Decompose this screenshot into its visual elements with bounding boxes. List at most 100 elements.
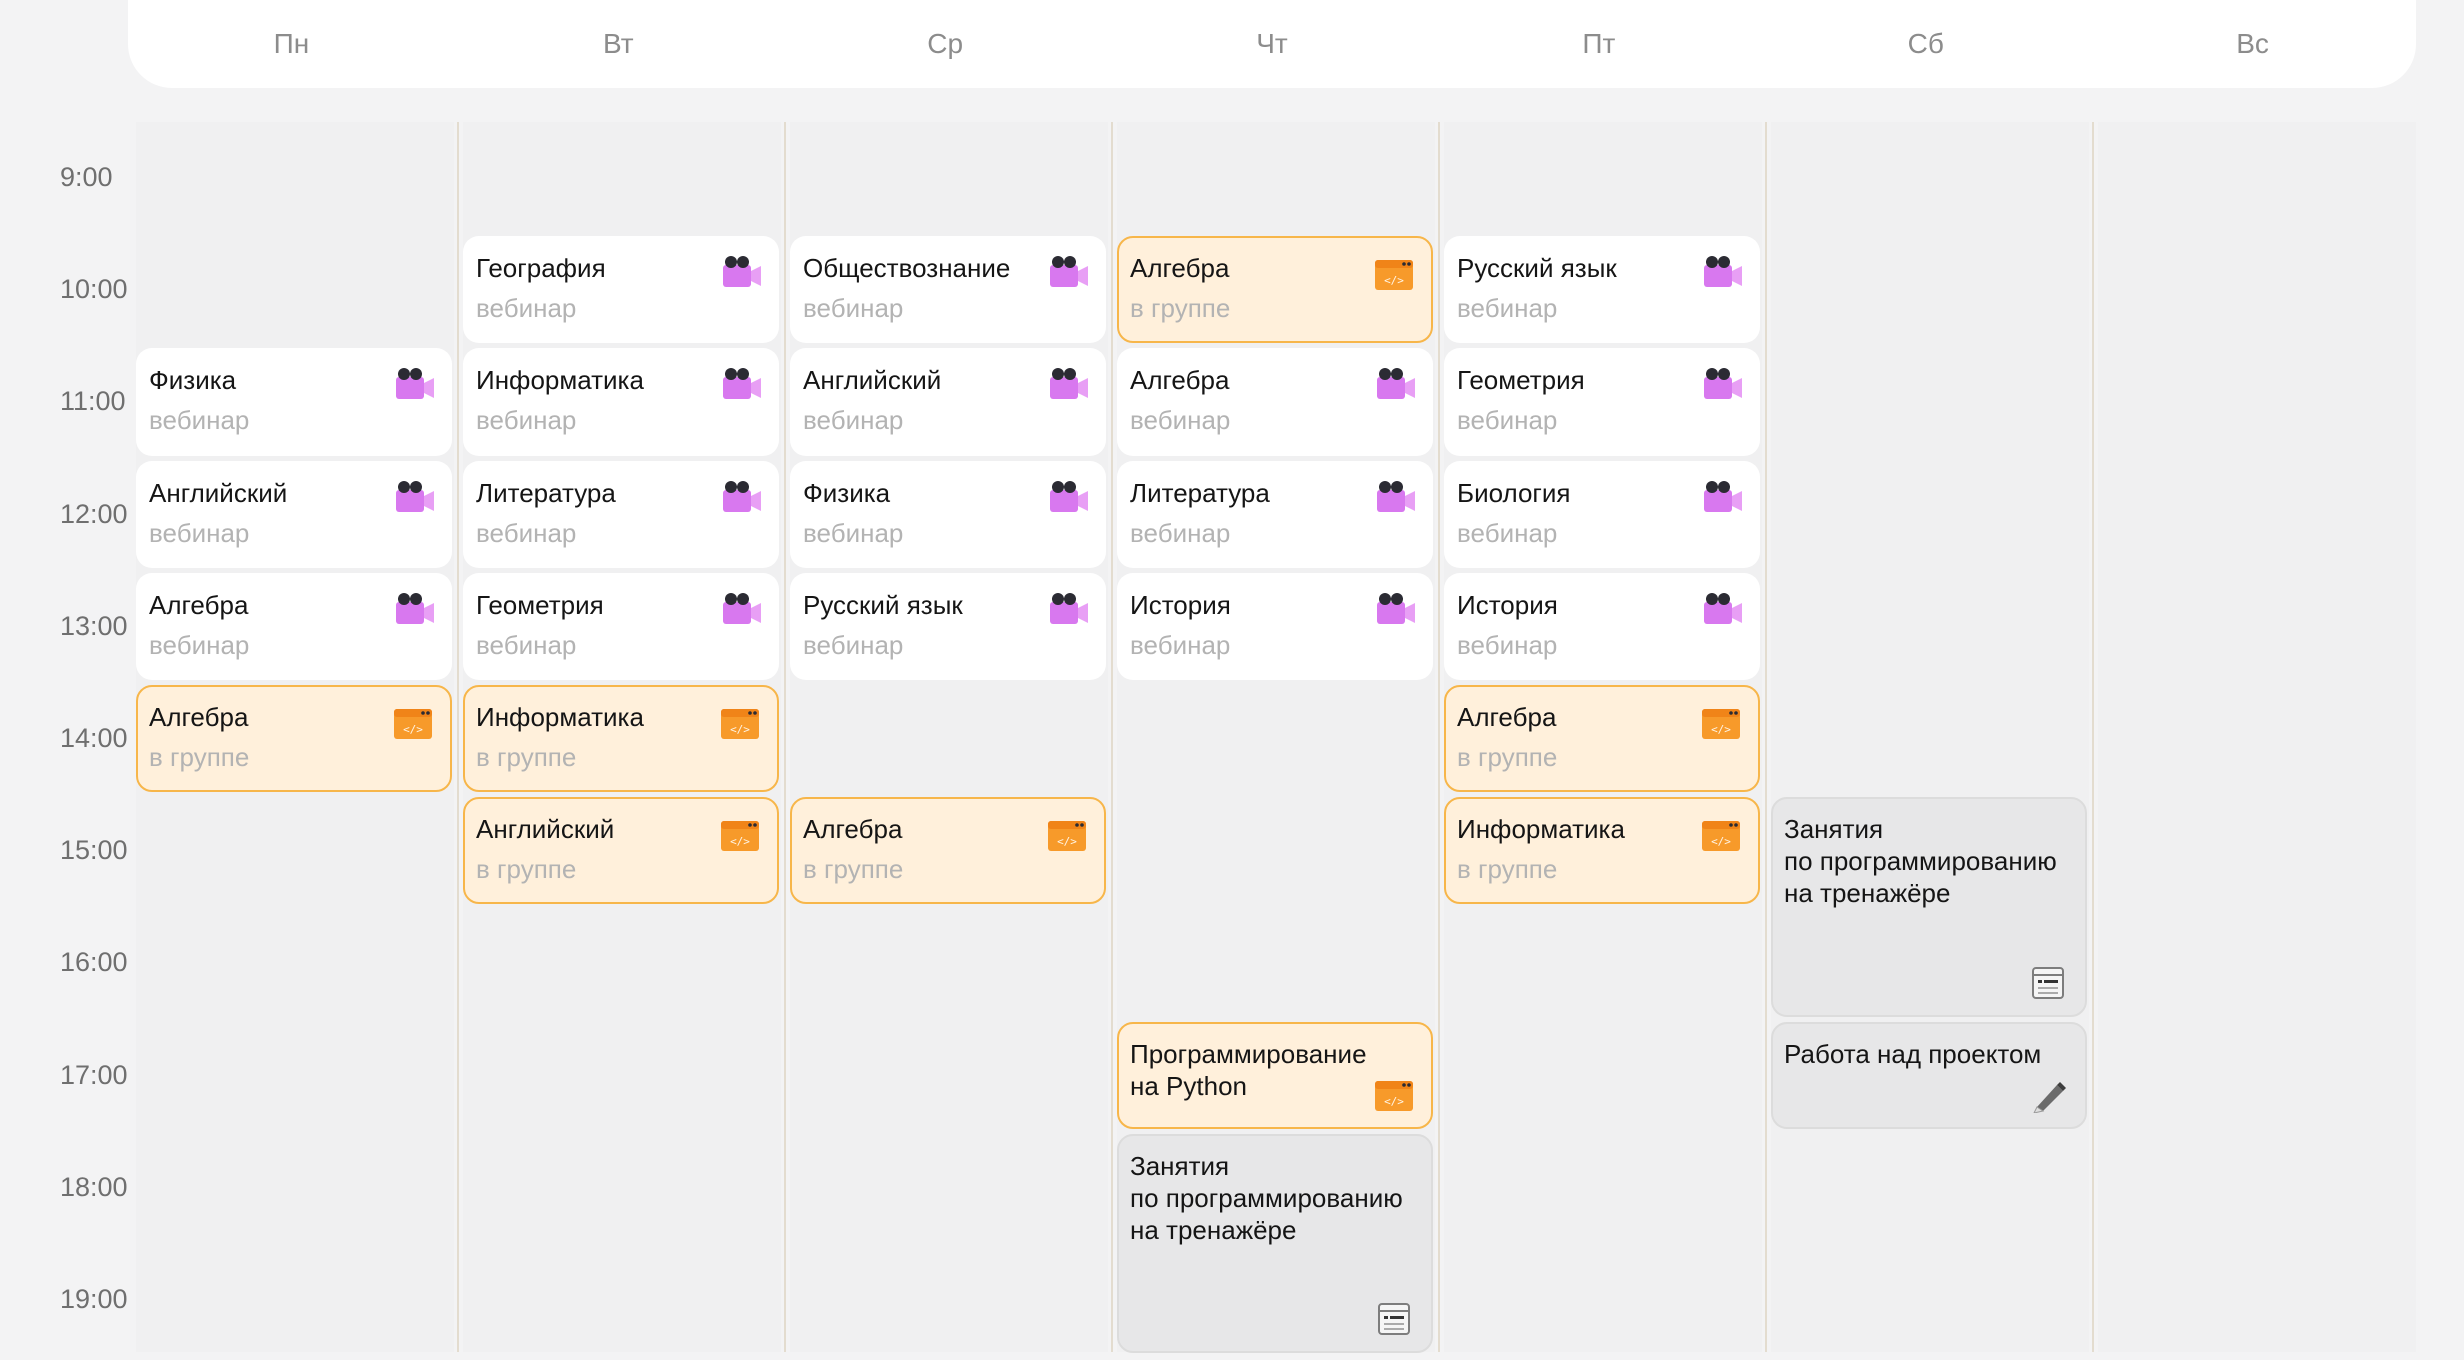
event-subtitle: в группе	[476, 854, 577, 885]
event-subtitle: вебинар	[1457, 629, 1558, 660]
event-card-webinar[interactable]: Алгебра вебинар	[136, 572, 452, 680]
time-label: 12:00	[60, 498, 128, 529]
time-label: 13:00	[60, 610, 128, 641]
day-label: Чт	[1256, 28, 1288, 59]
time-label: 14:00	[60, 723, 128, 753]
day-label: Вт	[603, 28, 634, 59]
column-divider	[784, 122, 786, 1352]
code-window-icon: </>	[719, 705, 761, 741]
time-label: 15:00	[60, 835, 128, 866]
event-subtitle: вебинар	[149, 517, 250, 548]
event-card-group[interactable]: Алгебра в группе </>	[1117, 236, 1433, 344]
event-subtitle: вебинар	[803, 517, 904, 548]
video-camera-icon	[394, 479, 436, 515]
event-card-trainer[interactable]: Занятия по программированию на тренажёре	[1771, 797, 2087, 1017]
video-camera-icon	[1702, 479, 1744, 515]
event-card-webinar[interactable]: Информатика вебинар	[463, 348, 779, 456]
event-subtitle: вебинар	[1457, 517, 1558, 548]
event-card-group[interactable]: Программирование на Python </>	[1117, 1021, 1433, 1129]
event-card-webinar[interactable]: Английский вебинар	[790, 348, 1106, 456]
event-card-trainer[interactable]: Работа над проектом	[1771, 1021, 2087, 1129]
event-card-group[interactable]: Алгебра в группе </>	[790, 797, 1106, 905]
video-camera-icon	[721, 366, 763, 402]
event-subtitle: вебинар	[476, 293, 577, 324]
terminal-window-icon	[2027, 965, 2069, 1001]
code-window-icon: </>	[1700, 705, 1742, 741]
code-window-icon: </>	[392, 705, 434, 741]
event-subtitle: вебинар	[803, 405, 904, 436]
event-subtitle: вебинар	[803, 293, 904, 324]
event-card-group[interactable]: Информатика в группе </>	[1444, 797, 1760, 905]
event-subtitle: вебинар	[149, 629, 250, 660]
event-card-group[interactable]: Алгебра в группе </>	[1444, 685, 1760, 793]
event-card-webinar[interactable]: История вебинар	[1117, 572, 1433, 680]
column-divider	[457, 122, 459, 1352]
event-title: Занятия по программированию на тренажёре	[1784, 814, 2057, 909]
video-camera-icon	[721, 479, 763, 515]
event-card-webinar[interactable]: Геометрия вебинар	[463, 572, 779, 680]
time-label: 9:00	[60, 162, 113, 192]
event-card-webinar[interactable]: Литература вебинар	[1117, 460, 1433, 568]
event-card-webinar[interactable]: История вебинар	[1444, 572, 1760, 680]
event-subtitle: вебинар	[476, 517, 577, 548]
day-label: Ср	[927, 28, 964, 59]
event-subtitle: вебинар	[1457, 405, 1558, 436]
column-divider	[1765, 122, 1767, 1352]
video-camera-icon	[1375, 591, 1417, 627]
event-card-webinar[interactable]: Русский язык вебинар	[790, 572, 1106, 680]
time-label: 19:00	[60, 1284, 128, 1314]
event-card-webinar[interactable]: Литература вебинар	[463, 460, 779, 568]
event-card-webinar[interactable]: Обществознание вебинар	[790, 236, 1106, 344]
video-camera-icon	[721, 254, 763, 290]
time-label: 16:00	[60, 947, 128, 978]
event-card-webinar[interactable]: Русский язык вебинар	[1444, 236, 1760, 344]
event-subtitle: вебинар	[1130, 517, 1231, 548]
event-title: Работа над проектом	[1784, 1038, 2042, 1069]
day-column	[2098, 122, 2416, 1352]
event-card-webinar[interactable]: Физика вебинар	[790, 460, 1106, 568]
event-card-webinar[interactable]: Алгебра вебинар	[1117, 348, 1433, 456]
svg-text:</>: </>	[1711, 835, 1731, 848]
day-label: Вс	[2236, 28, 2269, 59]
code-window-icon: </>	[719, 817, 761, 853]
event-subtitle: вебинар	[1457, 293, 1558, 324]
video-camera-icon	[721, 591, 763, 627]
video-camera-icon	[1048, 254, 1090, 290]
video-camera-icon	[1048, 366, 1090, 402]
event-card-webinar[interactable]: География вебинар	[463, 236, 779, 344]
time-label: 11:00	[60, 386, 126, 417]
event-subtitle: в группе	[1130, 293, 1231, 324]
event-card-trainer[interactable]: Занятия по программированию на тренажёре	[1117, 1133, 1433, 1354]
svg-text:</>: </>	[1384, 1095, 1404, 1108]
event-card-webinar[interactable]: Английский вебинар	[136, 460, 452, 568]
event-card-webinar[interactable]: Физика вебинар	[136, 348, 452, 456]
event-card-webinar[interactable]: Геометрия вебинар	[1444, 348, 1760, 456]
video-camera-icon	[1375, 479, 1417, 515]
svg-text:</>: </>	[1711, 723, 1731, 736]
code-window-icon: </>	[1373, 256, 1415, 292]
event-card-webinar[interactable]: Биология вебинар	[1444, 460, 1760, 568]
svg-text:</>: </>	[730, 723, 750, 736]
day-column	[1771, 122, 2089, 1352]
day-label: Сб	[1907, 28, 1944, 59]
event-card-group[interactable]: Информатика в группе </>	[463, 685, 779, 793]
column-divider	[1111, 122, 1113, 1352]
event-card-group[interactable]: Английский в группе </>	[463, 797, 779, 905]
event-subtitle: в группе	[1457, 742, 1558, 772]
event-subtitle: в группе	[476, 742, 577, 772]
weekday-header: Пн Вт Ср Чт Пт Сб Вс	[128, 0, 2416, 88]
time-label: 17:00	[60, 1059, 128, 1090]
video-camera-icon	[1048, 479, 1090, 515]
event-card-group[interactable]: Алгебра в группе </>	[136, 685, 452, 793]
event-subtitle: в группе	[149, 742, 250, 772]
svg-text:</>: </>	[730, 835, 750, 848]
day-label: Пн	[273, 28, 310, 59]
column-divider	[2092, 122, 2094, 1352]
pencil-icon	[2027, 1077, 2069, 1114]
video-camera-icon	[1048, 591, 1090, 627]
time-label: 18:00	[60, 1171, 128, 1202]
terminal-window-icon	[1373, 1301, 1415, 1337]
code-window-icon: </>	[1046, 817, 1088, 853]
event-subtitle: вебинар	[476, 629, 577, 660]
event-subtitle: вебинар	[149, 405, 250, 436]
